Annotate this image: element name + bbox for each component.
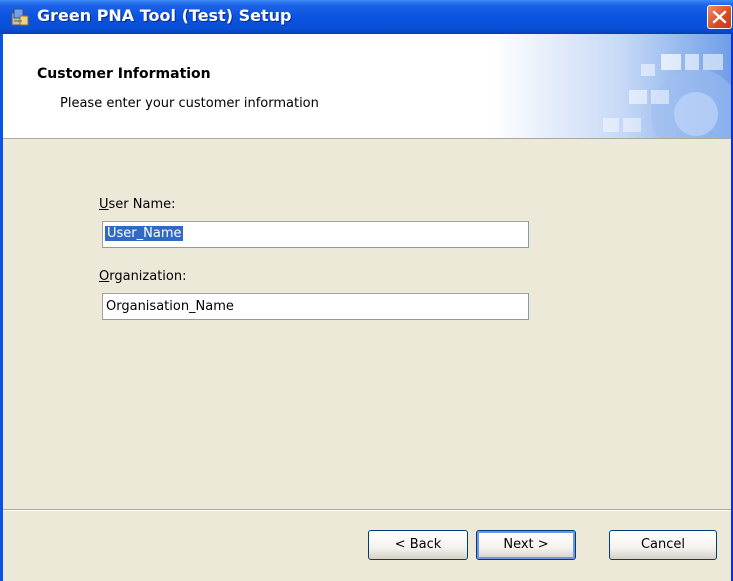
user-name-value: User_Name — [105, 226, 184, 241]
cancel-button[interactable]: Cancel — [609, 530, 717, 560]
user-name-field[interactable]: User_Name — [102, 221, 529, 248]
installer-icon — [10, 7, 30, 27]
banner-graphic — [491, 34, 731, 138]
setup-window: Green PNA Tool (Test) Setup Customer Inf… — [0, 0, 733, 581]
close-button[interactable] — [707, 5, 732, 29]
next-button[interactable]: Next > — [476, 530, 576, 560]
user-name-label: User Name: — [99, 197, 176, 212]
organization-field[interactable]: Organisation_Name — [102, 293, 529, 320]
header-banner: Customer Information Please enter your c… — [3, 34, 731, 139]
page-subtitle: Please enter your customer information — [60, 96, 319, 111]
page-title: Customer Information — [37, 66, 211, 82]
close-icon — [712, 10, 727, 24]
footer-divider — [3, 509, 731, 511]
window-title: Green PNA Tool (Test) Setup — [37, 6, 292, 25]
title-bar[interactable]: Green PNA Tool (Test) Setup — [0, 0, 733, 34]
organization-label: Organization: — [99, 269, 187, 284]
organization-value: Organisation_Name — [106, 299, 234, 314]
dialog-client-area: Customer Information Please enter your c… — [3, 34, 731, 581]
back-button[interactable]: < Back — [368, 530, 468, 560]
